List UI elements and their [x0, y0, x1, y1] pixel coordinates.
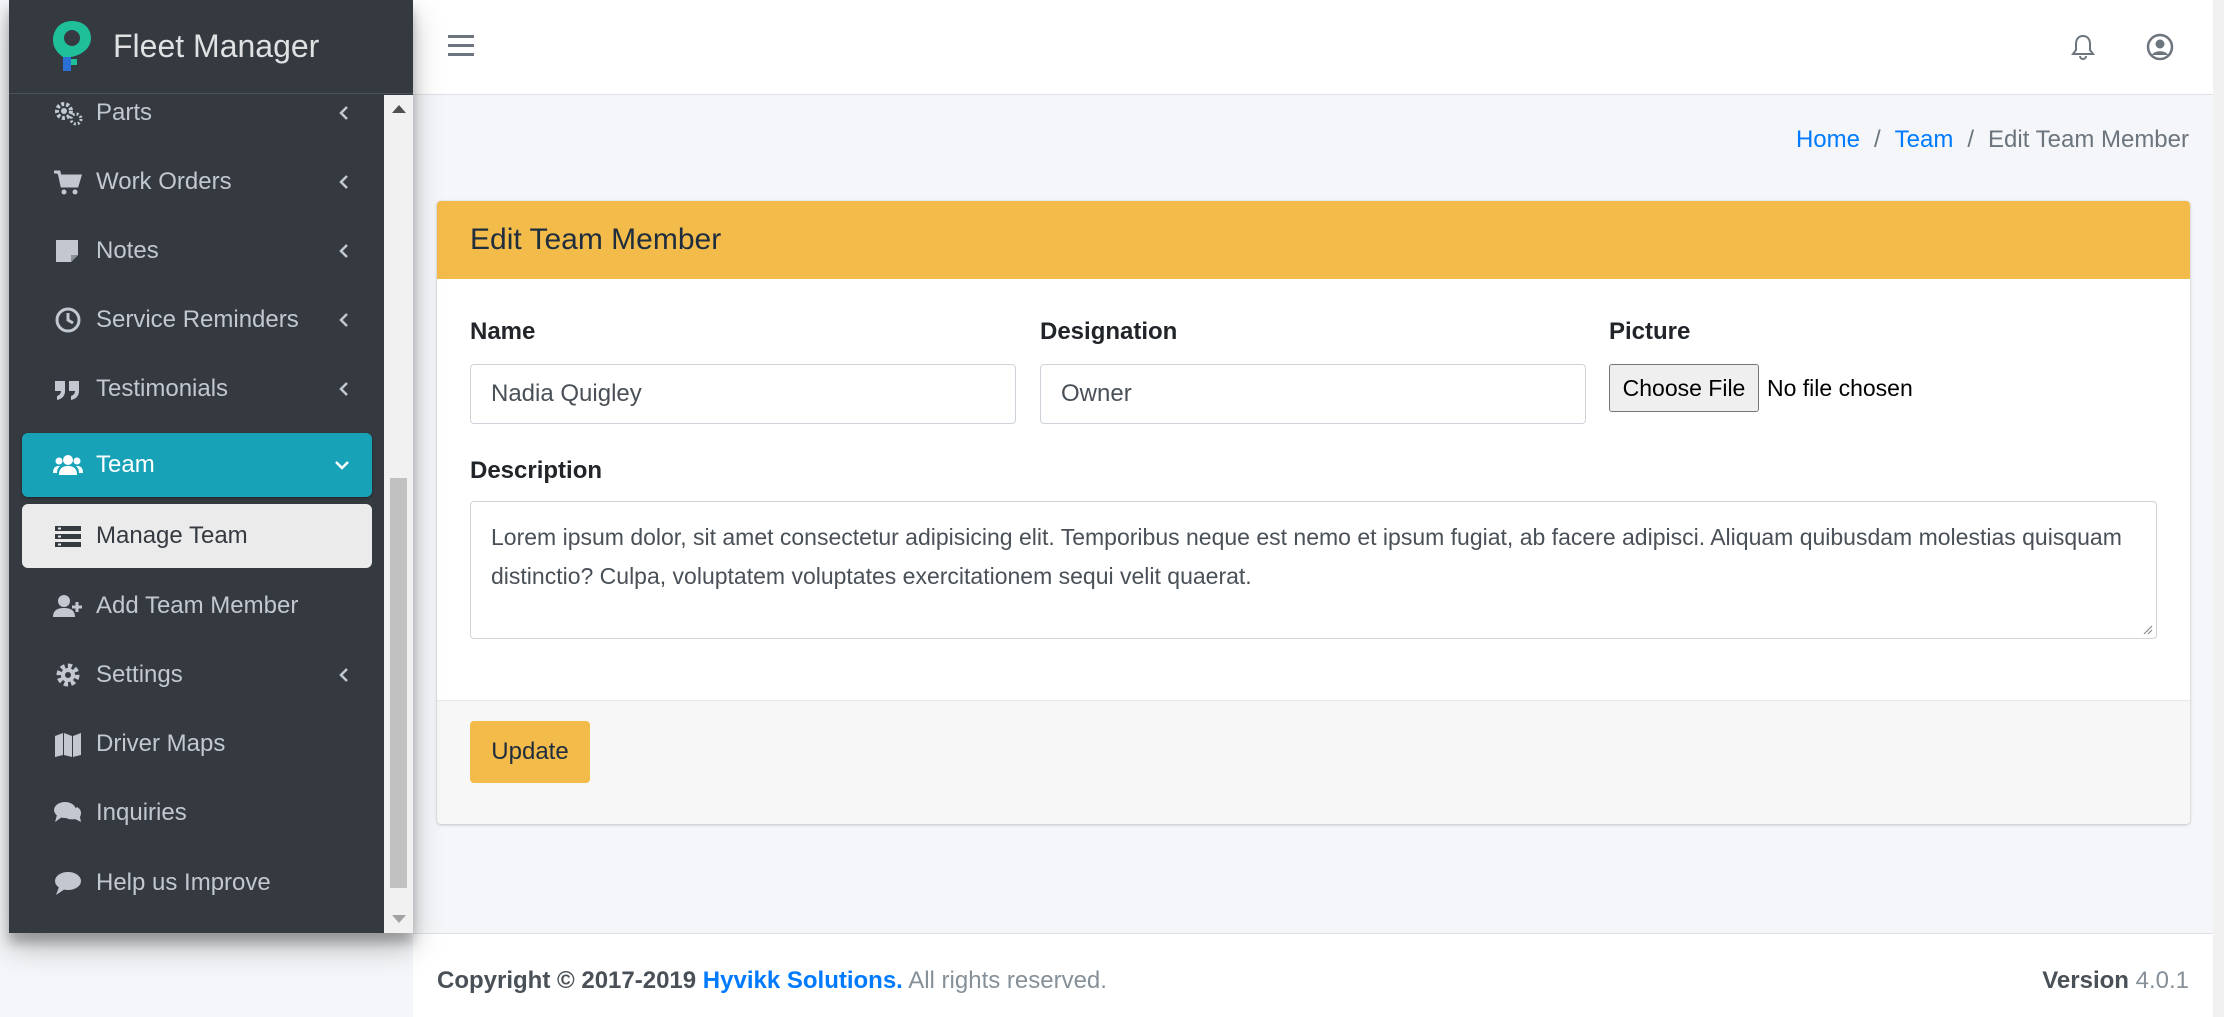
sidebar-item-label: Inquiries	[96, 799, 187, 826]
sidebar-item-manage-team[interactable]: Manage Team	[22, 504, 372, 568]
picture-label: Picture	[1609, 318, 1691, 345]
sticky-note-icon	[52, 237, 84, 265]
sidebar-item-work-orders[interactable]: Work Orders	[22, 150, 372, 214]
breadcrumb-home-link[interactable]: Home	[1796, 126, 1860, 154]
chevron-left-icon	[338, 357, 350, 421]
sidebar-item-service-reminders[interactable]: Service Reminders	[22, 288, 372, 352]
gear-icon	[52, 661, 84, 689]
chevron-left-icon	[338, 288, 350, 352]
user-plus-icon	[52, 592, 84, 620]
name-field[interactable]: Nadia Quigley	[470, 364, 1016, 424]
version-value: 4.0.1	[2135, 967, 2189, 994]
comments-icon	[52, 799, 84, 827]
chevron-left-icon	[338, 95, 350, 145]
card-title: Edit Team Member	[470, 223, 722, 256]
brand[interactable]: Fleet Manager	[9, 0, 413, 94]
hamburger-icon[interactable]	[448, 35, 474, 57]
sidebar-item-driver-maps[interactable]: Driver Maps	[22, 712, 372, 776]
sidebar-item-label: Testimonials	[96, 375, 229, 402]
name-label: Name	[470, 318, 536, 345]
company-link[interactable]: Hyvikk Solutions.	[703, 967, 903, 994]
page-scrollbar[interactable]	[2213, 0, 2224, 1017]
breadcrumb-separator: /	[1874, 126, 1881, 153]
sidebar-item-label: Manage Team	[96, 522, 248, 549]
designation-field[interactable]: Owner	[1040, 364, 1586, 424]
comment-icon	[52, 869, 84, 897]
page-footer: Copyright © 2017-2019 Hyvikk Solutions. …	[413, 933, 2213, 1017]
sidebar-item-label: Notes	[96, 237, 159, 264]
update-button[interactable]: Update	[470, 721, 590, 783]
sidebar-item-notes[interactable]: Notes	[22, 219, 372, 283]
brand-logo-icon	[53, 20, 91, 71]
sidebar-item-settings[interactable]: Settings	[22, 643, 372, 707]
chevron-left-icon	[338, 219, 350, 283]
cart-icon	[52, 168, 84, 196]
sidebar-item-help-us-improve[interactable]: Help us Improve	[22, 851, 372, 915]
copyright: Copyright © 2017-2019 Hyvikk Solutions. …	[437, 967, 1107, 995]
sidebar-nav: Parts Work Orders Notes Service Reminder…	[9, 95, 384, 933]
breadcrumb-current: Edit Team Member	[1988, 126, 2189, 153]
quote-icon	[52, 375, 84, 403]
top-navbar	[413, 0, 2213, 95]
sidebar-item-parts[interactable]: Parts	[22, 95, 372, 145]
brand-name: Fleet Manager	[113, 28, 320, 64]
list-icon	[52, 522, 84, 550]
card-footer: Update	[437, 700, 2190, 824]
users-icon	[52, 451, 84, 479]
chevron-left-icon	[338, 150, 350, 214]
version-info: Version 4.0.1	[2042, 967, 2189, 995]
chevron-left-icon	[338, 643, 350, 707]
sidebar-item-label: Add Team Member	[96, 592, 299, 619]
description-label: Description	[470, 457, 603, 484]
card-header: Edit Team Member	[437, 201, 2190, 279]
choose-file-button[interactable]: Choose File	[1609, 364, 1759, 412]
user-circle-icon[interactable]	[2146, 33, 2174, 61]
sidebar: Fleet Manager Parts Work Orders Notes Se…	[9, 0, 413, 933]
scroll-up-arrow-icon[interactable]	[392, 105, 406, 113]
breadcrumb-separator: /	[1967, 126, 1975, 153]
sidebar-scrollbar[interactable]	[384, 95, 413, 933]
resize-handle-icon[interactable]	[2141, 623, 2153, 635]
sidebar-item-team[interactable]: Team	[22, 433, 372, 497]
sidebar-item-label: Team	[96, 451, 155, 478]
scroll-down-arrow-icon[interactable]	[392, 915, 406, 923]
breadcrumb: Home / Team / Edit Team Member	[1796, 126, 2189, 154]
clock-icon	[52, 306, 84, 334]
sidebar-item-label: Service Reminders	[96, 306, 299, 333]
sidebar-item-label: Settings	[96, 661, 183, 688]
sidebar-item-label: Parts	[96, 99, 153, 126]
scrollbar-thumb[interactable]	[390, 478, 407, 888]
edit-team-member-card: Edit Team Member Name Nadia Quigley Desi…	[437, 201, 2190, 824]
sidebar-item-inquiries[interactable]: Inquiries	[22, 781, 372, 845]
bell-icon[interactable]	[2070, 33, 2096, 61]
sidebar-item-testimonials[interactable]: Testimonials	[22, 357, 372, 421]
designation-label: Designation	[1040, 318, 1178, 345]
breadcrumb-team-link[interactable]: Team	[1895, 126, 1954, 154]
copyright-prefix: Copyright © 2017-2019	[437, 967, 697, 994]
sidebar-item-add-team-member[interactable]: Add Team Member	[22, 574, 372, 638]
description-text: Lorem ipsum dolor, sit amet consectetur …	[491, 524, 2122, 589]
description-textarea[interactable]: Lorem ipsum dolor, sit amet consectetur …	[470, 501, 2157, 639]
gears-icon	[52, 99, 84, 127]
sidebar-item-label: Work Orders	[96, 168, 232, 195]
version-label: Version	[2042, 967, 2129, 994]
file-status-text: No file chosen	[1767, 375, 1913, 401]
map-icon	[52, 730, 84, 758]
rights-text: All rights reserved.	[908, 967, 1107, 994]
chevron-down-icon	[334, 433, 350, 497]
sidebar-item-label: Driver Maps	[96, 730, 226, 757]
sidebar-item-label: Help us Improve	[96, 869, 271, 896]
